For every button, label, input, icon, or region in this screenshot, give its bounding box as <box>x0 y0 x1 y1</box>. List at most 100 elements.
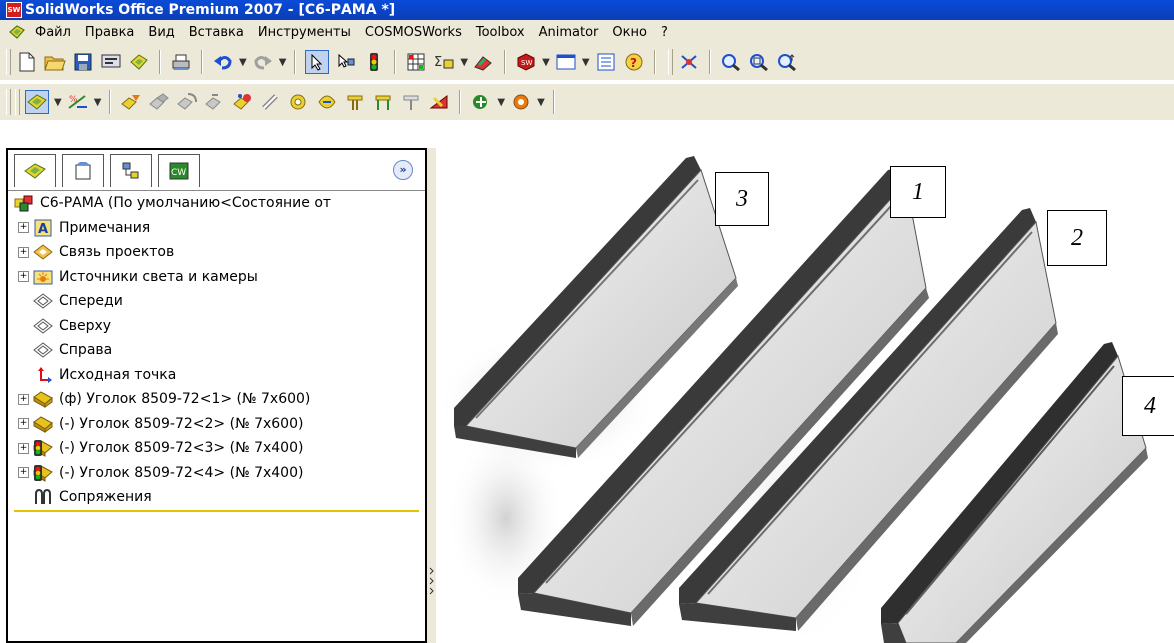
toolbar-grip[interactable] <box>6 89 11 115</box>
relations-dropdown-icon[interactable]: ▼ <box>94 97 102 108</box>
traffic-light-button[interactable] <box>363 51 385 73</box>
tree-item-front-plane[interactable]: Спереди <box>8 289 425 314</box>
select-button[interactable] <box>305 50 330 74</box>
list-icon <box>597 53 615 71</box>
move-component-button[interactable] <box>148 91 170 113</box>
tree-item-lights-cameras[interactable]: + Источники света и камеры <box>8 265 425 290</box>
insert-component-button[interactable] <box>120 91 142 113</box>
zoom-in-out-button[interactable] <box>776 51 798 73</box>
panel-splitter[interactable] <box>427 148 436 643</box>
feature-dropdown-icon[interactable]: ▼ <box>497 97 505 108</box>
assembly-dropdown-icon[interactable]: ▼ <box>54 97 62 108</box>
configuration-manager-icon <box>122 162 139 178</box>
property-manager-tab[interactable] <box>62 153 104 187</box>
tree-item-origin[interactable]: Исходная точка <box>8 363 425 388</box>
mates-icon <box>33 488 53 506</box>
toolbar-grip[interactable] <box>15 89 20 115</box>
tree-item-angle-4[interactable]: + (-) Уголок 8509-72<4> (№ 7х400) <box>8 461 425 486</box>
assembly-button[interactable] <box>25 90 49 114</box>
window-dropdown-icon[interactable]: ▼ <box>582 57 590 68</box>
feature-button-6[interactable] <box>470 91 492 113</box>
menu-tools[interactable]: Инструменты <box>251 25 358 40</box>
feature-button-1[interactable] <box>316 91 338 113</box>
new-document-button[interactable] <box>16 51 38 73</box>
menu-file[interactable]: Файл <box>28 25 78 40</box>
tree-item-angle-2[interactable]: + (-) Уголок 8509-72<2> (№ 7х600) <box>8 412 425 437</box>
print-preview-button[interactable] <box>100 51 122 73</box>
toolbar-separator <box>552 90 555 114</box>
document-icon[interactable] <box>8 24 26 40</box>
tree-item-angle-1[interactable]: + (ф) Уголок 8509-72<1> (№ 7х600) <box>8 387 425 412</box>
undo-dropdown-icon[interactable]: ▼ <box>239 57 247 68</box>
configuration-manager-tab[interactable] <box>110 153 152 187</box>
feature-button-7[interactable] <box>510 91 532 113</box>
open-folder-icon <box>44 56 66 71</box>
feature-icon <box>375 95 391 110</box>
expand-icon[interactable]: + <box>18 271 29 283</box>
tree-item-angle-3[interactable]: + (-) Уголок 8509-72<3> (№ 7х400) <box>8 436 425 461</box>
highlight-button[interactable] <box>473 51 495 73</box>
redo-button[interactable] <box>252 51 274 73</box>
rollback-bar[interactable] <box>14 510 419 512</box>
solidworks-button[interactable]: SW <box>515 51 537 73</box>
tree-item-label: Примечания <box>59 219 151 236</box>
sum-dropdown-icon[interactable]: ▼ <box>460 57 468 68</box>
tree-item-mates[interactable]: Сопряжения <box>8 485 425 510</box>
zoom-area-button[interactable] <box>748 51 770 73</box>
menu-window[interactable]: Окно <box>605 25 654 40</box>
window-button[interactable] <box>555 51 577 73</box>
menu-edit[interactable]: Правка <box>78 25 141 40</box>
toolbar-grip[interactable] <box>667 49 673 75</box>
cosmos-tab[interactable]: CW <box>158 153 200 187</box>
mate-button[interactable] <box>204 91 226 113</box>
select-cursor-icon <box>311 53 323 71</box>
graphics-viewport[interactable]: 3 1 2 4 <box>436 148 1174 643</box>
redo-dropdown-icon[interactable]: ▼ <box>279 57 287 68</box>
grid-button[interactable] <box>405 51 427 73</box>
feature-button-4[interactable] <box>400 91 422 113</box>
options-button[interactable] <box>128 51 150 73</box>
tree-item-right-plane[interactable]: Справа <box>8 338 425 363</box>
tree-item-annotations[interactable]: + A Примечания <box>8 216 425 241</box>
sum-button[interactable]: Σ <box>433 51 455 73</box>
undo-button[interactable] <box>212 51 234 73</box>
menu-insert[interactable]: Вставка <box>182 25 251 40</box>
menu-toolbox[interactable]: Toolbox <box>469 25 532 40</box>
feature-button-3[interactable] <box>372 91 394 113</box>
feature-button-2[interactable] <box>344 91 366 113</box>
expand-icon[interactable]: + <box>18 393 29 405</box>
expand-icon[interactable]: + <box>18 467 29 479</box>
tree-root[interactable]: С6-РАМА (По умолчанию<Состояние от <box>8 191 425 216</box>
expand-panel-button[interactable]: » <box>393 160 413 180</box>
expand-icon[interactable]: + <box>18 246 29 258</box>
hole-button[interactable] <box>260 91 282 113</box>
smart-fasteners-button[interactable] <box>288 91 310 113</box>
toolbar-grip[interactable] <box>6 49 11 75</box>
tree-item-design-binder[interactable]: + Связь проектов <box>8 240 425 265</box>
expand-icon[interactable]: + <box>18 442 29 454</box>
menu-cosmosworks[interactable]: COSMOSWorks <box>358 25 469 40</box>
menu-animator[interactable]: Animator <box>532 25 606 40</box>
print-button[interactable] <box>170 51 192 73</box>
feature-button-5[interactable] <box>428 91 450 113</box>
tree-item-label: (-) Уголок 8509-72<2> (№ 7х600) <box>59 415 304 432</box>
list-button[interactable] <box>595 51 617 73</box>
sketch-tools-button[interactable] <box>678 51 700 73</box>
solidworks-dropdown-icon[interactable]: ▼ <box>542 57 550 68</box>
tree-item-top-plane[interactable]: Сверху <box>8 314 425 339</box>
save-button[interactable] <box>72 51 94 73</box>
open-button[interactable] <box>44 51 66 73</box>
expand-icon[interactable]: + <box>18 222 29 234</box>
rotate-component-button[interactable] <box>176 91 198 113</box>
smart-select-button[interactable] <box>335 51 357 73</box>
menu-help[interactable]: ? <box>654 25 675 40</box>
feature-manager-tab[interactable] <box>14 153 56 187</box>
feature-dropdown-icon[interactable]: ▼ <box>537 97 545 108</box>
menu-view[interactable]: Вид <box>141 25 181 40</box>
tree-item-label: Связь проектов <box>59 244 175 261</box>
relations-button[interactable]: % <box>67 91 89 113</box>
exploded-button[interactable] <box>232 91 254 113</box>
expand-icon[interactable]: + <box>18 418 29 430</box>
zoom-fit-button[interactable] <box>720 51 742 73</box>
help-button[interactable]: ? <box>623 51 645 73</box>
